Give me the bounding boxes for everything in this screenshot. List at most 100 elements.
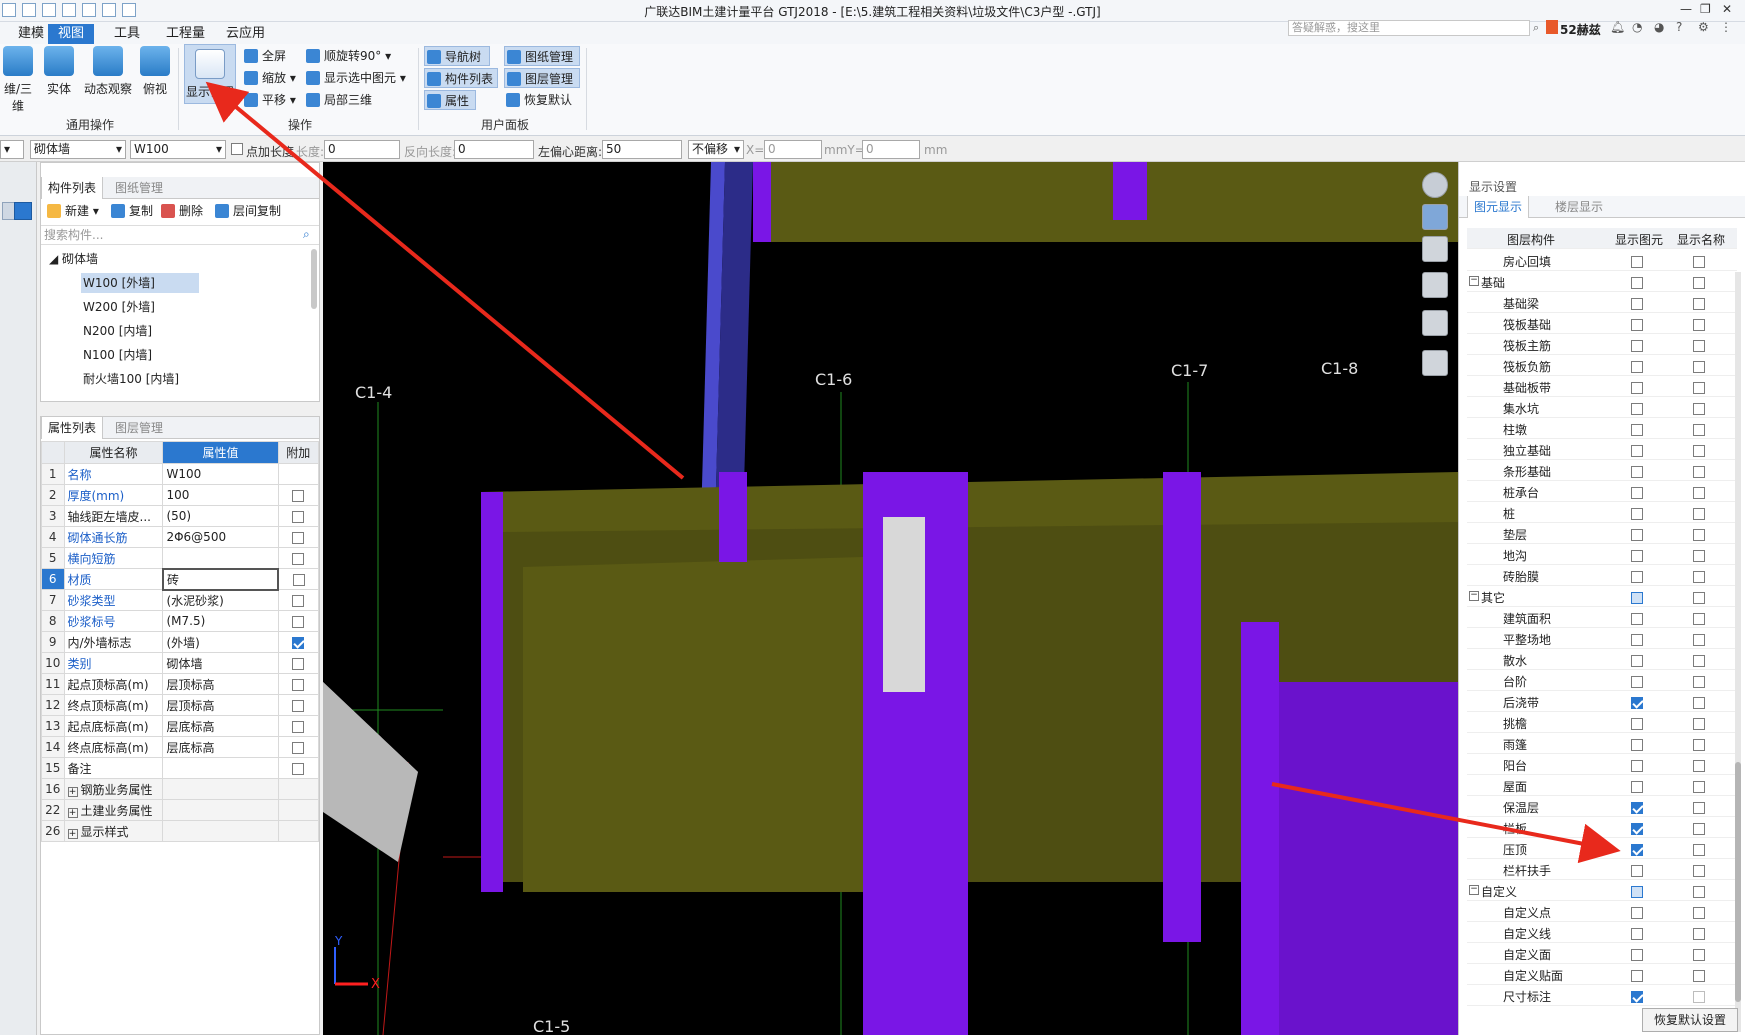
message-icon[interactable]: ◔ <box>1632 20 1642 34</box>
3d-viewport[interactable]: C1-4 C1-6 C1-7 C1-8 C1-5 Y X <box>323 162 1458 1035</box>
show-name-checkbox[interactable] <box>1693 423 1705 436</box>
show-element-checkbox[interactable] <box>1631 570 1643 583</box>
prop-value[interactable]: (水泥砂浆) <box>162 589 279 611</box>
tree-item-w200[interactable]: W200 [外墙] <box>83 297 155 317</box>
extra-checkbox[interactable] <box>292 510 305 523</box>
properties-button[interactable]: 属性 <box>424 90 476 110</box>
search-icon[interactable]: ⌕ <box>303 227 310 242</box>
tree-item-n200[interactable]: N200 [内墙] <box>83 321 152 341</box>
prop-value[interactable]: W100 <box>162 463 279 485</box>
show-name-checkbox[interactable] <box>1693 318 1705 331</box>
show-element-checkbox[interactable] <box>1631 696 1643 709</box>
tab-drawing-mgmt[interactable]: 图纸管理 <box>109 177 169 199</box>
expand-icon[interactable]: + <box>67 828 78 839</box>
extra-checkbox[interactable] <box>292 678 305 691</box>
display-layer-row[interactable]: 自定义线 <box>1467 922 1737 943</box>
display-layer-row[interactable]: 桩 <box>1467 502 1737 523</box>
show-name-checkbox[interactable] <box>1693 465 1705 478</box>
prop-value[interactable] <box>162 778 279 800</box>
toggle-2d3d-button[interactable]: 维/三维 <box>0 46 36 114</box>
collapse-icon[interactable]: − <box>1469 276 1479 286</box>
property-row[interactable]: 14 终点底标高(m) 层底标高 <box>41 736 320 758</box>
show-element-checkbox[interactable] <box>1631 906 1643 919</box>
tree-item-n100[interactable]: N100 [内墙] <box>83 345 152 365</box>
property-row[interactable]: 11 起点顶标高(m) 层顶标高 <box>41 673 320 695</box>
property-row[interactable]: 15 备注 <box>41 757 320 779</box>
show-element-checkbox[interactable] <box>1631 822 1643 835</box>
property-row[interactable]: 12 终点顶标高(m) 层顶标高 <box>41 694 320 716</box>
prop-value[interactable] <box>162 757 279 779</box>
show-element-checkbox[interactable] <box>1631 444 1643 457</box>
prop-value[interactable] <box>162 799 279 821</box>
display-layer-row[interactable]: − 基础 <box>1467 271 1737 292</box>
restore-default-button[interactable]: 恢复默认 <box>504 90 572 110</box>
drawing-mgmt-button[interactable]: 图纸管理 <box>504 46 580 66</box>
rotate-view-icon[interactable] <box>1422 310 1448 336</box>
close-button[interactable]: ✕ <box>1722 2 1732 16</box>
floor-copy-button[interactable]: 层间复制 <box>213 201 281 221</box>
property-row[interactable]: 9 内/外墙标志 (外墙) <box>41 631 320 653</box>
extra-checkbox[interactable] <box>292 699 305 712</box>
display-layer-row[interactable]: 筏板基础 <box>1467 313 1737 334</box>
show-element-checkbox[interactable] <box>1631 717 1643 730</box>
prop-value[interactable]: 层底标高 <box>162 736 279 758</box>
help-icon[interactable]: ? <box>1676 20 1682 34</box>
show-name-checkbox[interactable] <box>1693 444 1705 457</box>
display-layer-row[interactable]: 保温层 <box>1467 796 1737 817</box>
show-element-checkbox[interactable] <box>1631 360 1643 373</box>
display-layer-row[interactable]: 建筑面积 <box>1467 607 1737 628</box>
show-element-checkbox[interactable] <box>1631 402 1643 415</box>
display-layer-row[interactable]: 阳台 <box>1467 754 1737 775</box>
show-name-checkbox[interactable] <box>1693 360 1705 373</box>
prop-value[interactable]: (外墙) <box>162 631 279 653</box>
show-name-checkbox[interactable] <box>1693 507 1705 520</box>
property-row[interactable]: 8 砂浆标号 (M7.5) <box>41 610 320 632</box>
property-row[interactable]: 26 + 显示样式 <box>41 820 320 842</box>
show-element-checkbox[interactable] <box>1631 675 1643 688</box>
nav-tree-button[interactable]: 导航树 <box>424 46 490 66</box>
view-cube-icon[interactable] <box>1422 236 1448 262</box>
extra-checkbox[interactable] <box>292 720 305 733</box>
display-layer-row[interactable]: − 自定义 <box>1467 880 1737 901</box>
restore-default-settings-button[interactable]: 恢复默认设置 <box>1642 1008 1738 1032</box>
display-layer-row[interactable]: 尺寸标注 <box>1467 985 1737 1006</box>
tree-scrollbar[interactable] <box>311 249 317 309</box>
prop-value[interactable]: (50) <box>162 505 279 527</box>
display-layer-row[interactable]: 自定义点 <box>1467 901 1737 922</box>
tab-quantity[interactable]: 工程量 <box>156 24 215 44</box>
show-element-checkbox[interactable] <box>1631 339 1643 352</box>
comp-list-button[interactable]: 构件列表 <box>424 68 498 88</box>
user-name[interactable]: 52赫兹 <box>1560 21 1601 38</box>
property-row[interactable]: 16 + 钢筋业务属性 <box>41 778 320 800</box>
show-name-checkbox[interactable] <box>1693 549 1705 562</box>
expand-icon[interactable]: + <box>67 807 78 818</box>
extra-checkbox[interactable] <box>292 552 305 565</box>
fullscreen-button[interactable]: 全屏 <box>242 46 286 66</box>
pan-button[interactable]: 平移 ▾ <box>242 90 296 110</box>
display-layer-row[interactable]: 压顶 <box>1467 838 1737 859</box>
prop-value[interactable]: 砖 <box>161 567 280 591</box>
tree-item-w100[interactable]: W100 [外墙] <box>81 273 199 293</box>
show-name-checkbox[interactable] <box>1693 276 1705 289</box>
show-element-checkbox[interactable] <box>1631 276 1643 289</box>
filter-dropdown[interactable]: ▾ <box>0 140 24 159</box>
display-layer-row[interactable]: 雨篷 <box>1467 733 1737 754</box>
property-row[interactable]: 6 材质砖 <box>41 567 320 591</box>
show-name-checkbox[interactable] <box>1693 906 1705 919</box>
collapse-icon[interactable]: − <box>1469 591 1479 601</box>
show-name-checkbox[interactable] <box>1693 759 1705 772</box>
show-element-checkbox[interactable] <box>1631 843 1643 856</box>
view-grid-icon[interactable] <box>1422 350 1448 376</box>
show-name-checkbox[interactable] <box>1693 843 1705 856</box>
extra-checkbox[interactable] <box>292 636 305 649</box>
maximize-button[interactable]: ❐ <box>1700 2 1711 16</box>
show-element-checkbox[interactable] <box>1631 507 1643 520</box>
show-name-checkbox[interactable] <box>1693 969 1705 982</box>
show-element-checkbox[interactable] <box>1631 738 1643 751</box>
nav-grid-icon[interactable] <box>14 202 32 220</box>
property-row[interactable]: 5 横向短筋 <box>41 547 320 569</box>
extra-checkbox[interactable] <box>292 762 305 775</box>
show-element-checkbox[interactable] <box>1631 864 1643 877</box>
show-name-checkbox[interactable] <box>1693 675 1705 688</box>
collapse-icon[interactable]: − <box>1469 885 1479 895</box>
